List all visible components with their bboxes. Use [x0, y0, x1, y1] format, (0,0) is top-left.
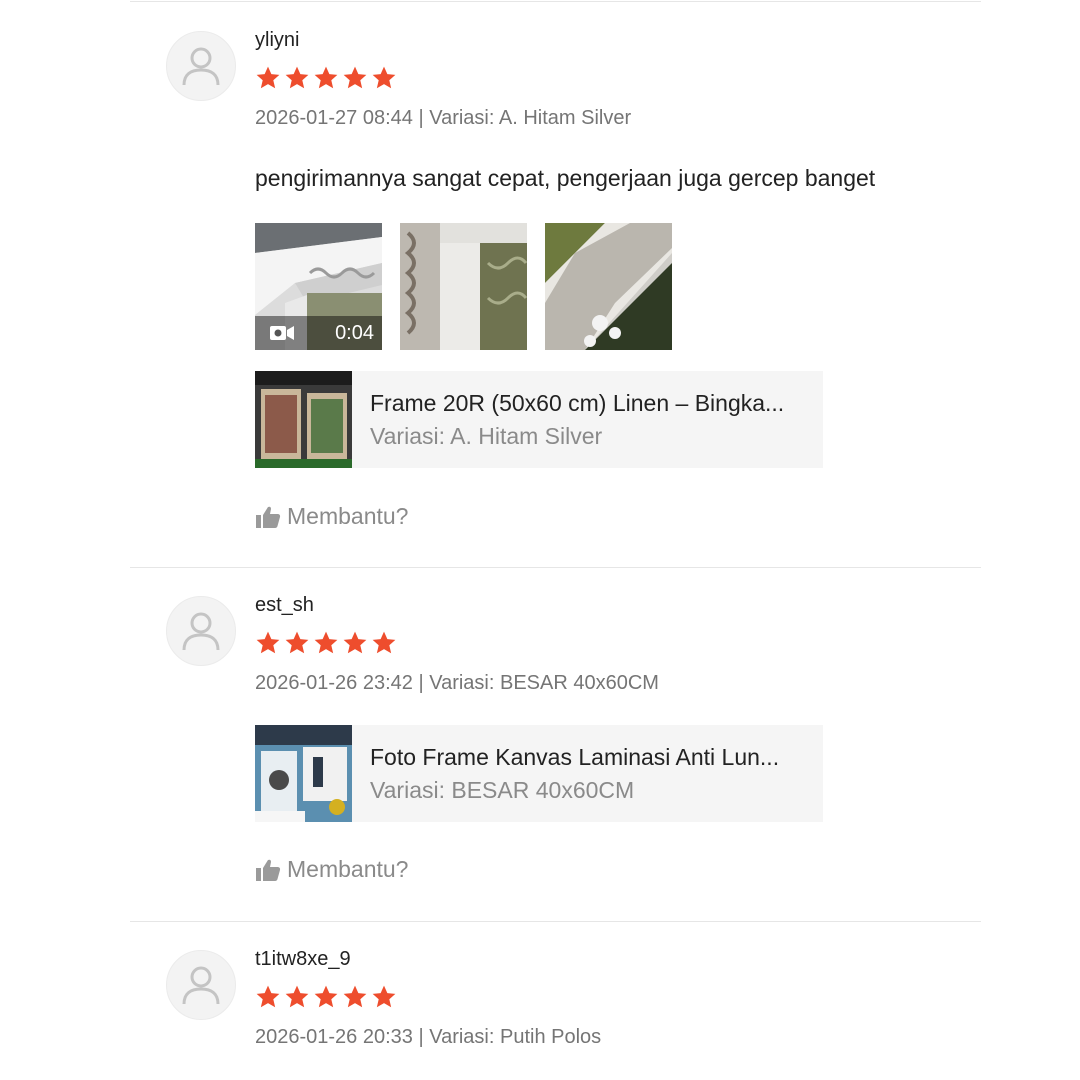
star-icon	[285, 631, 309, 654]
review-divider	[130, 921, 981, 922]
product-image	[255, 371, 352, 468]
thumbs-up-icon	[256, 859, 281, 881]
frame-photo	[400, 223, 527, 350]
purchased-product-card[interactable]: Foto Frame Kanvas Laminasi Anti Lun... V…	[255, 725, 823, 822]
user-silhouette-icon	[182, 966, 220, 1005]
reviewer-name: yliyni	[255, 29, 300, 51]
product-image	[255, 725, 352, 822]
video-camera-icon	[270, 326, 294, 340]
product-variant: Variasi: A. Hitam Silver	[370, 422, 603, 449]
purchased-product-card[interactable]: Frame 20R (50x60 cm) Linen – Bingka... V…	[255, 371, 823, 468]
rating-stars	[255, 630, 397, 656]
rating-stars	[255, 984, 397, 1010]
product-variant: Variasi: BESAR 40x60CM	[370, 776, 635, 803]
reviewer-name: est_sh	[255, 594, 314, 616]
helpful-label: Membantu?	[287, 856, 409, 882]
star-icon	[285, 66, 309, 89]
review-divider	[130, 1, 981, 2]
star-icon	[343, 985, 367, 1008]
reviewer-name: t1itw8xe_9	[255, 948, 351, 970]
star-icon	[314, 631, 338, 654]
frame-photo	[545, 223, 672, 350]
star-icon	[343, 631, 367, 654]
star-icon	[256, 66, 280, 89]
star-icon	[372, 66, 396, 89]
rating-stars	[255, 65, 397, 91]
star-icon	[314, 985, 338, 1008]
user-silhouette-icon	[182, 612, 220, 651]
star-icon	[372, 631, 396, 654]
star-icon	[372, 985, 396, 1008]
avatar[interactable]	[166, 950, 236, 1020]
product-name: Foto Frame Kanvas Laminasi Anti Lun...	[370, 743, 780, 770]
avatar[interactable]	[166, 31, 236, 101]
review-photo-thumbnail[interactable]	[545, 223, 672, 350]
video-overlay: 0:04	[255, 316, 382, 350]
reviews-page: yliyni 2026-01-27 08:44 | Variasi: A. Hi…	[0, 0, 1080, 1080]
star-icon	[285, 985, 309, 1008]
avatar[interactable]	[166, 596, 236, 666]
star-icon	[256, 985, 280, 1008]
thumbs-up-icon	[256, 506, 281, 528]
review-meta: 2026-01-26 23:42 | Variasi: BESAR 40x60C…	[255, 672, 659, 694]
helpful-button[interactable]: Membantu?	[255, 856, 408, 883]
product-name: Frame 20R (50x60 cm) Linen – Bingka...	[370, 389, 785, 416]
star-icon	[314, 66, 338, 89]
review-divider	[130, 567, 981, 568]
review-video-thumbnail[interactable]: 0:04	[255, 223, 382, 350]
star-icon	[343, 66, 367, 89]
user-silhouette-icon	[182, 47, 220, 86]
helpful-label: Membantu?	[287, 503, 409, 529]
review-media: 0:04	[255, 223, 672, 350]
helpful-button[interactable]: Membantu?	[255, 503, 408, 530]
video-duration: 0:04	[335, 321, 374, 344]
review-meta: 2026-01-26 20:33 | Variasi: Putih Polos	[255, 1026, 602, 1048]
review-photo-thumbnail[interactable]	[400, 223, 527, 350]
star-icon	[256, 631, 280, 654]
review-comment: pengirimannya sangat cepat, pengerjaan j…	[255, 165, 876, 191]
review-meta: 2026-01-27 08:44 | Variasi: A. Hitam Sil…	[255, 107, 632, 129]
